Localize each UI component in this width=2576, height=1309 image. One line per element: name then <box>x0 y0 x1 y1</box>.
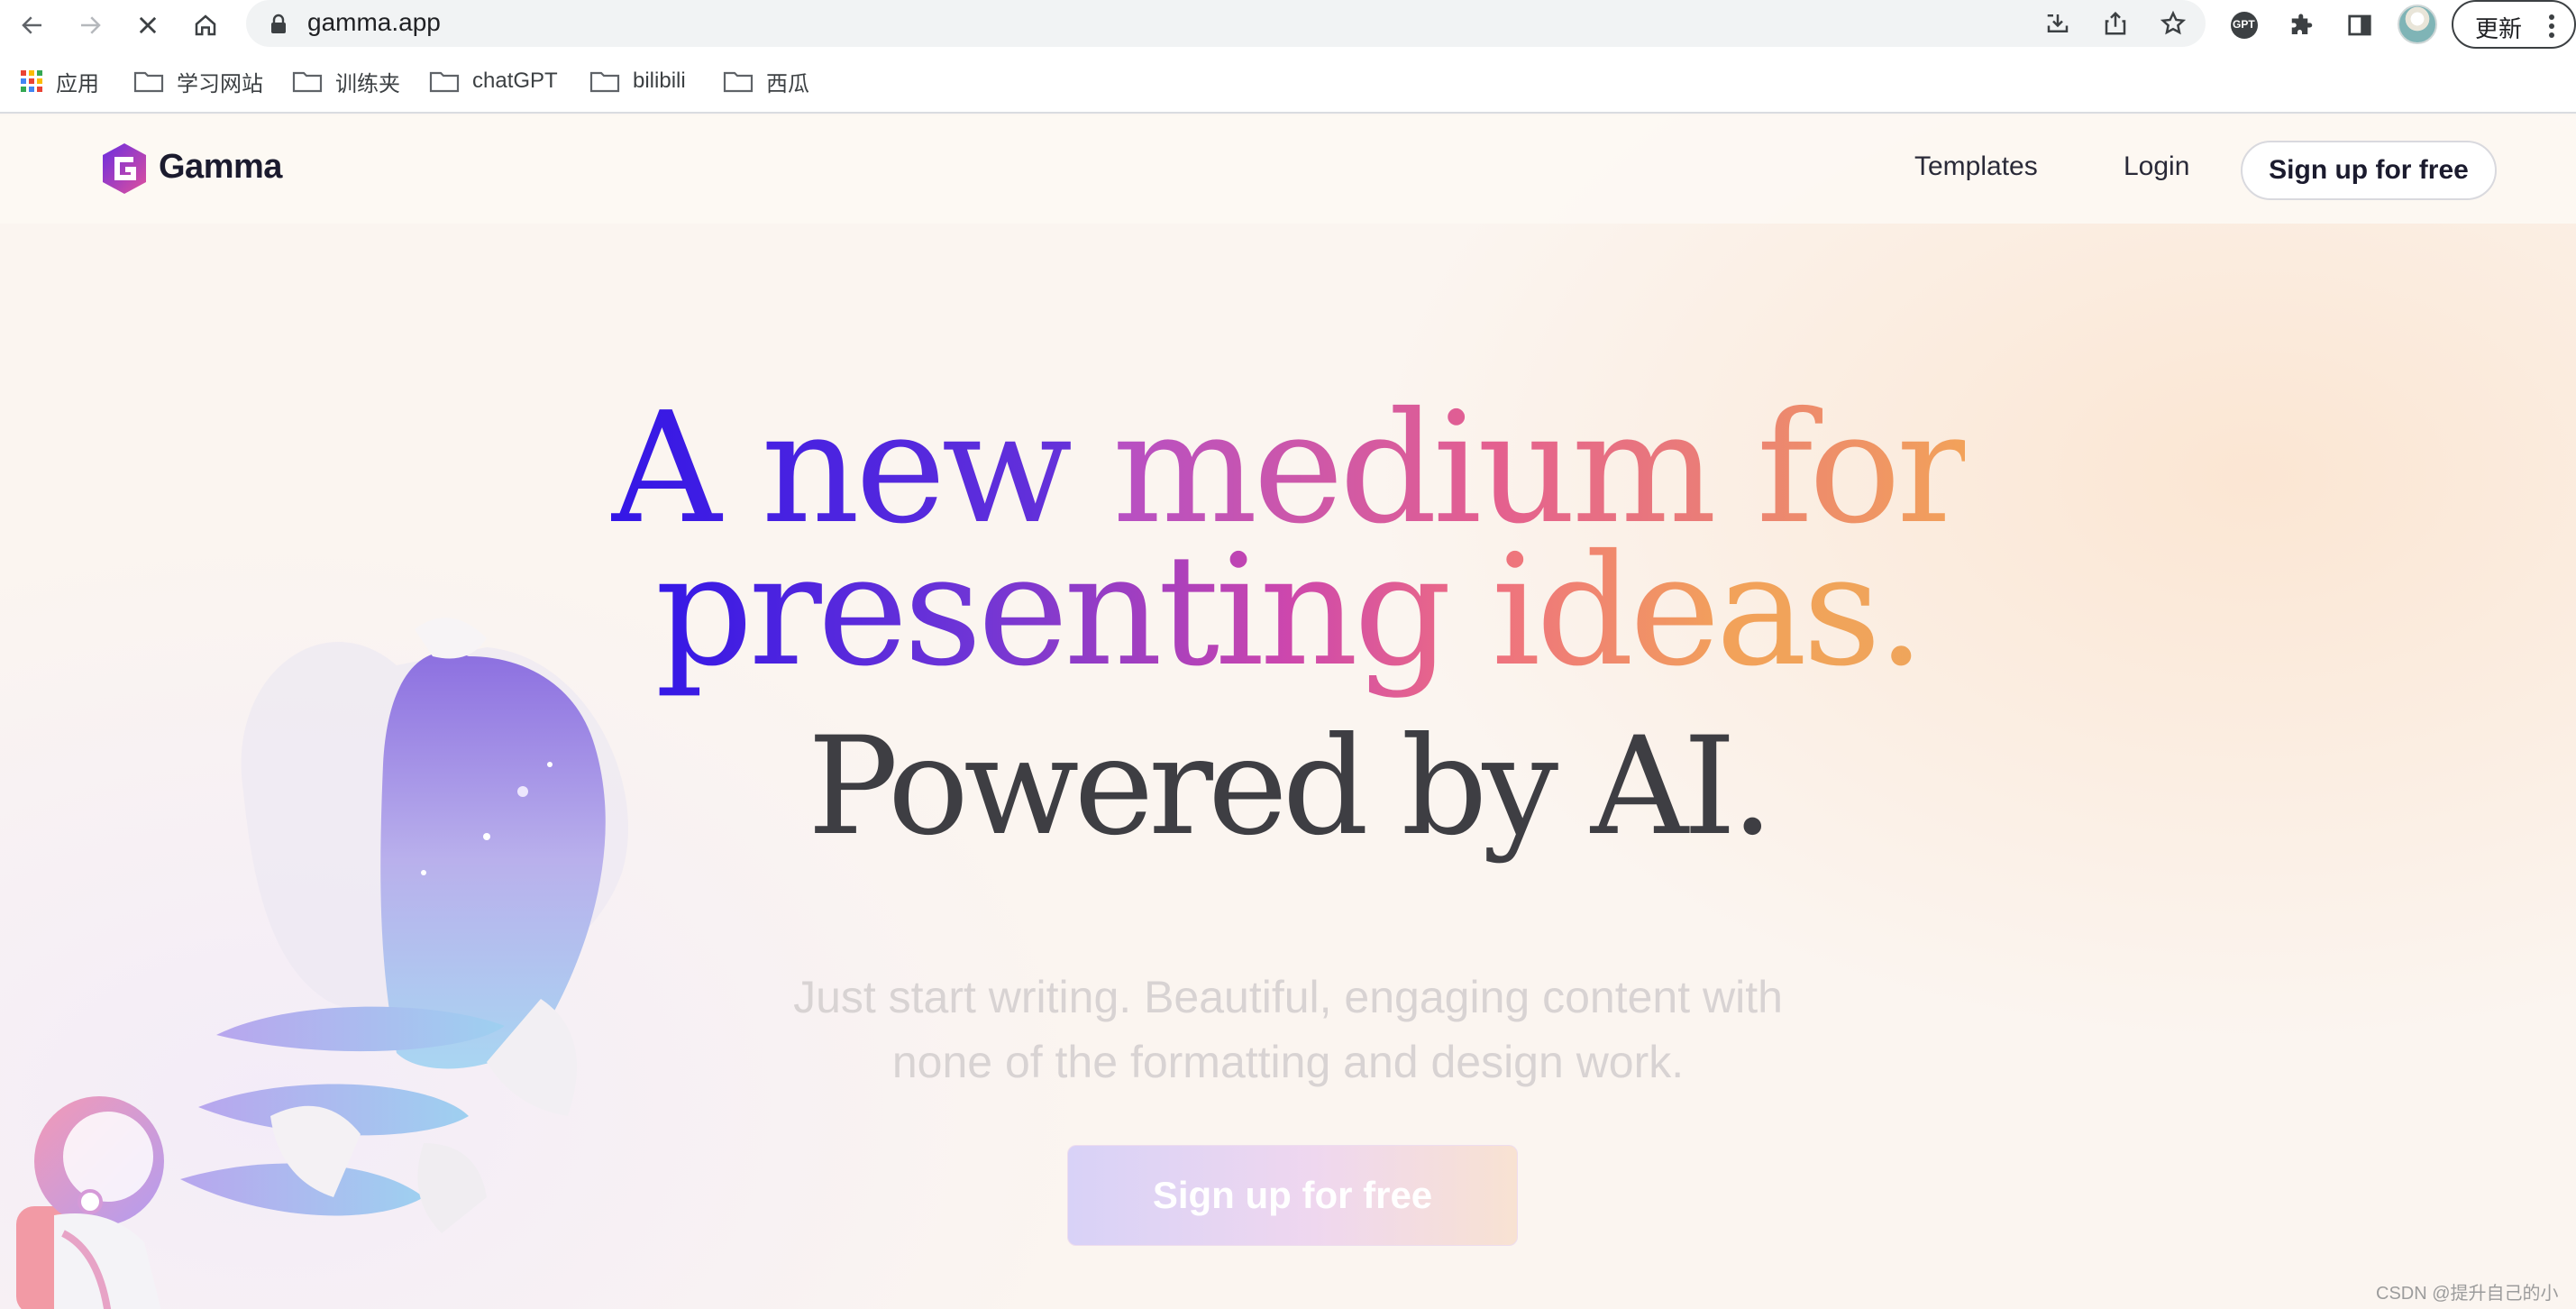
bookmark-folder-chatgpt[interactable]: chatGPT <box>429 65 558 97</box>
csdn-watermark: CSDN @提升自己的小白 <box>2376 1284 2559 1304</box>
close-icon <box>139 16 157 34</box>
update-label: 更新 <box>2475 15 2523 42</box>
install-icon <box>2047 14 2069 32</box>
home-icon <box>195 14 216 36</box>
nav-link-templates[interactable]: Templates <box>1914 151 2038 182</box>
site-header: Gamma Templates Login Sign up for free <box>0 115 2576 224</box>
bookmark-folder-training[interactable]: 训练夹 <box>292 65 400 97</box>
address-bar[interactable]: gamma.app <box>246 0 2206 47</box>
bookmark-star-button[interactable] <box>2155 5 2191 41</box>
bookmark-label: 西瓜 <box>766 71 809 96</box>
url-text: gamma.app <box>307 8 441 36</box>
bookmark-folder-study-sites[interactable]: 学习网站 <box>133 65 263 97</box>
bookmark-folder-bilibili[interactable]: bilibili <box>589 65 686 97</box>
share-button[interactable] <box>2097 5 2133 41</box>
bookmark-apps[interactable]: 应用 <box>20 65 99 97</box>
folder-icon <box>429 71 460 93</box>
brand-name[interactable]: Gamma <box>159 148 282 187</box>
forward-button[interactable] <box>70 5 110 45</box>
bookmark-label: chatGPT <box>472 69 558 93</box>
puzzle-icon <box>2291 14 2313 34</box>
header-signup-button[interactable]: Sign up for free <box>2241 141 2497 200</box>
home-button[interactable] <box>186 5 225 45</box>
folder-icon <box>723 71 754 93</box>
side-panel-icon <box>2348 14 2371 36</box>
folder-icon <box>133 71 164 93</box>
star-icon <box>2160 10 2187 35</box>
forward-arrow-icon <box>81 16 101 34</box>
bookmark-label: bilibili <box>633 69 686 93</box>
browser-toolbar: gamma.app GPT 更新 <box>0 0 2576 50</box>
back-arrow-icon <box>22 16 41 34</box>
headline-line-3: Powered by AI. <box>807 709 1774 865</box>
folder-icon <box>292 71 323 93</box>
headline-line-2-text: presenting ideas. <box>654 522 1925 700</box>
hero-signup-button[interactable]: Sign up for free <box>1067 1145 1518 1246</box>
hero-subtitle-line-2: none of the formatting and design work. <box>891 1037 1685 1087</box>
share-icon <box>2105 11 2126 35</box>
stop-loading-button[interactable] <box>128 5 168 45</box>
extensions-button[interactable] <box>2282 5 2322 45</box>
gamma-logo-icon[interactable] <box>99 142 150 196</box>
update-button[interactable]: 更新 <box>2452 0 2576 49</box>
bookmark-label: 训练夹 <box>335 71 400 96</box>
lock-icon <box>271 14 286 33</box>
profile-avatar[interactable] <box>2398 5 2437 44</box>
bookmarks-bar: 应用 学习网站 训练夹 chatGPT bilibili 西瓜 <box>0 50 2576 114</box>
gamma-landing-page: Gamma Templates Login Sign up for free A… <box>0 115 2576 1309</box>
apps-grid-icon <box>21 70 42 92</box>
headline-line-2: presenting ideas. <box>0 530 2576 692</box>
bookmark-folder-xigua[interactable]: 西瓜 <box>723 65 809 97</box>
back-button[interactable] <box>13 5 52 45</box>
gpt-extension-button[interactable]: GPT <box>2224 5 2264 45</box>
folder-icon <box>589 71 620 93</box>
bookmark-label: 学习网站 <box>177 71 263 96</box>
bookmark-label: 应用 <box>56 71 99 96</box>
hero-subtitle-line-1: Just start writing. Beautiful, engaging … <box>793 972 1783 1022</box>
nav-link-login[interactable]: Login <box>2124 151 2189 182</box>
extension-badge: GPT <box>2233 18 2255 31</box>
more-vert-icon <box>2549 14 2554 38</box>
install-app-button[interactable] <box>2040 5 2076 41</box>
side-panel-button[interactable] <box>2340 5 2380 45</box>
